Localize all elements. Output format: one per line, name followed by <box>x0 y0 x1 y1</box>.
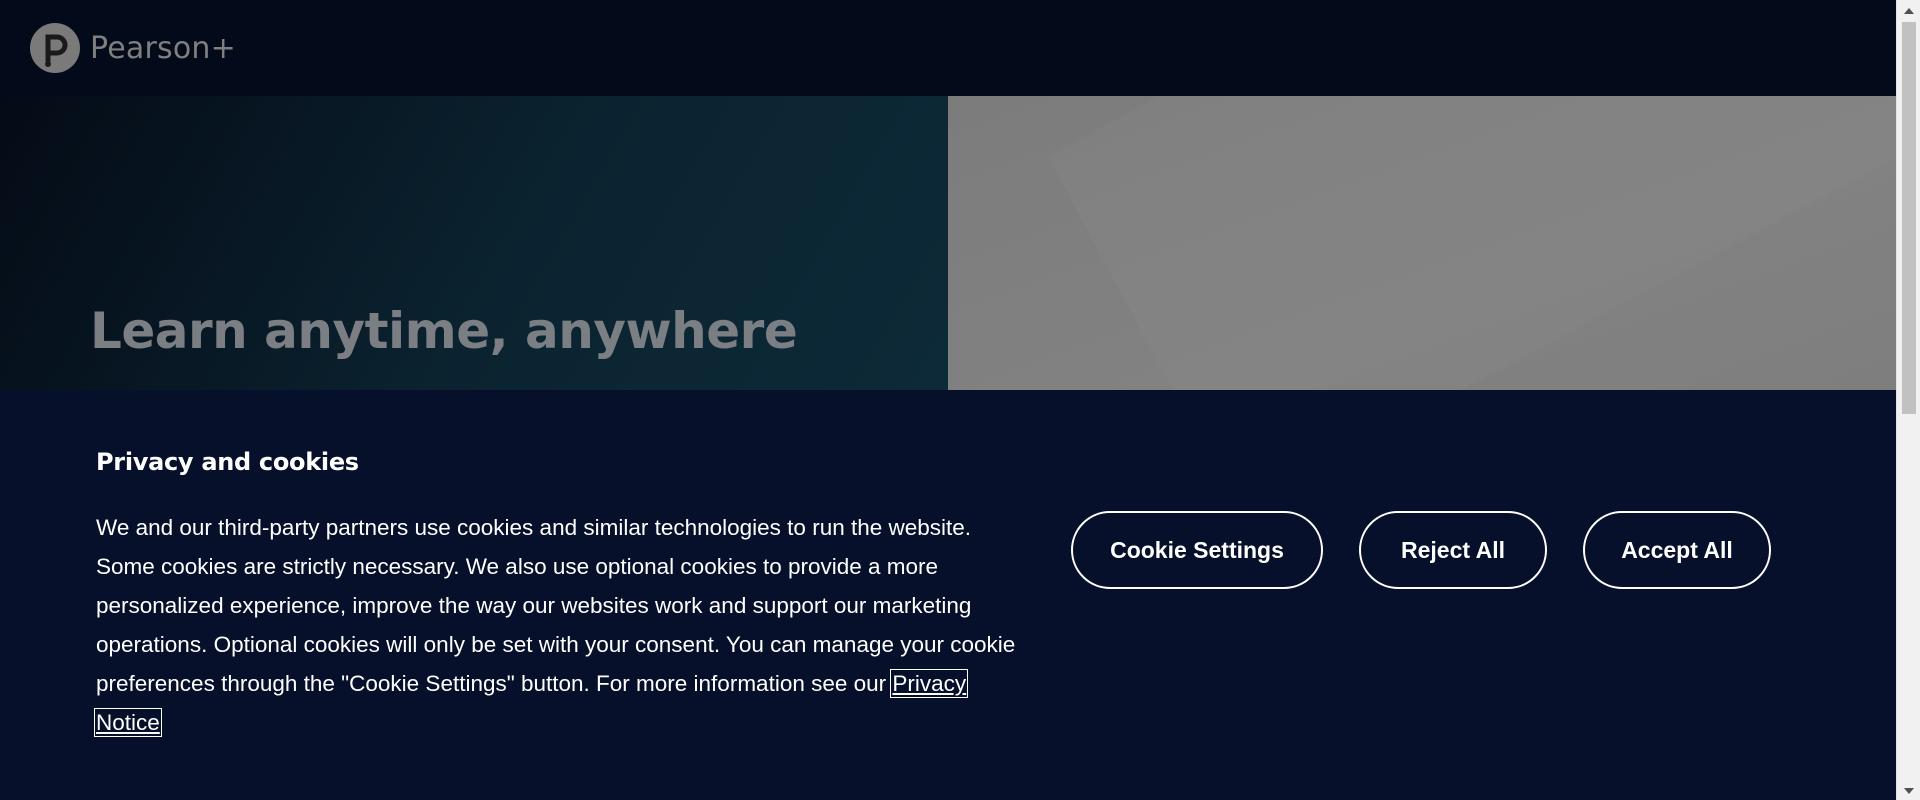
accept-all-button[interactable]: Accept All <box>1583 511 1771 589</box>
hero-image-panel <box>948 96 1896 396</box>
cookie-banner-body: We and our third-party partners use cook… <box>96 515 1016 696</box>
pearson-plus-logo[interactable]: Pearson+ <box>30 23 236 73</box>
hero-title: Learn anytime, anywhere <box>90 302 798 360</box>
page: Pearson+ Learn anytime, anywhere Privacy… <box>0 0 1896 800</box>
triangle-up-icon <box>1904 1 1914 19</box>
logo-text: Pearson+ <box>90 30 236 66</box>
cookie-consent-banner: Privacy and cookies We and our third-par… <box>0 390 1896 800</box>
triangle-down-icon <box>1904 781 1914 799</box>
vertical-scrollbar[interactable] <box>1896 0 1920 800</box>
cookie-banner-title: Privacy and cookies <box>96 448 359 476</box>
cookie-buttons: Cookie Settings Reject All Accept All <box>1071 511 1771 589</box>
site-header: Pearson+ <box>0 0 1896 96</box>
cookie-banner-description: We and our third-party partners use cook… <box>93 508 1016 742</box>
cookie-settings-button[interactable]: Cookie Settings <box>1071 511 1323 589</box>
reject-all-button[interactable]: Reject All <box>1359 511 1547 589</box>
hero-section: Learn anytime, anywhere <box>0 96 1896 396</box>
scrollbar-thumb[interactable] <box>1902 22 1916 414</box>
scroll-down-arrow[interactable] <box>1897 780 1920 800</box>
hero-text-panel: Learn anytime, anywhere <box>0 96 948 396</box>
pearson-p-logo-icon <box>30 23 80 73</box>
scroll-up-arrow[interactable] <box>1897 0 1920 20</box>
hero-image-facet <box>1048 96 1896 396</box>
